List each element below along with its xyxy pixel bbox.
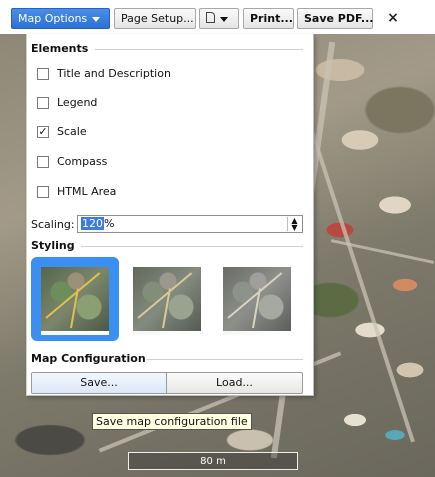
checkbox[interactable] <box>37 186 49 198</box>
thumbnail-bar <box>133 331 201 335</box>
map-scale-bar: 80 m <box>128 452 298 470</box>
page-icon <box>206 12 215 23</box>
configuration-buttons: Save... Load... <box>31 372 303 394</box>
print-button[interactable]: Print... <box>243 8 294 29</box>
checkbox-label: Scale <box>57 125 87 138</box>
map-configuration-title: Map Configuration <box>31 352 146 365</box>
style-thumbnail-color[interactable] <box>31 257 119 341</box>
tooltip: Save map configuration file <box>92 413 252 430</box>
section-divider <box>81 246 303 247</box>
section-divider <box>95 49 303 50</box>
scaling-unit: % <box>104 217 115 230</box>
scaling-label: Scaling: <box>31 218 75 231</box>
map-options-panel: Elements Title and Description Legend ✓ … <box>26 34 314 396</box>
page-setup-button[interactable]: Page Setup... <box>114 8 196 29</box>
scaling-input[interactable]: 120% ▲ ▼ <box>77 215 303 233</box>
styling-section-title: Styling <box>31 239 75 252</box>
page-setup-label: Page Setup... <box>121 12 194 25</box>
map-options-button[interactable]: Map Options <box>11 8 110 29</box>
map-options-label: Map Options <box>18 12 88 25</box>
map-style-preview <box>223 267 291 331</box>
chevron-down-icon <box>220 16 228 22</box>
checkbox[interactable] <box>37 156 49 168</box>
chevron-down-icon <box>92 16 101 22</box>
map-style-preview <box>133 267 201 331</box>
save-configuration-button[interactable]: Save... <box>32 373 167 393</box>
checkbox[interactable] <box>37 97 49 109</box>
spinner-icon[interactable]: ▲ ▼ <box>287 217 301 232</box>
print-label: Print... <box>250 12 293 25</box>
style-thumbnail-grayscale[interactable] <box>213 257 301 341</box>
checkbox-label: Compass <box>57 155 108 168</box>
save-pdf-label: Save PDF... <box>304 12 374 25</box>
checkbox-label: HTML Area <box>57 185 117 198</box>
checkbox-label: Legend <box>57 96 98 109</box>
load-configuration-button[interactable]: Load... <box>167 373 302 393</box>
print-toolbar: Map Options Page Setup... Print... Save … <box>0 0 435 34</box>
scaling-value: 120 <box>81 217 104 230</box>
checkbox-checked[interactable]: ✓ <box>37 126 49 138</box>
thumbnail-bar <box>223 331 291 335</box>
section-divider <box>147 359 303 360</box>
map-road <box>309 127 415 443</box>
page-orientation-dropdown[interactable] <box>199 8 239 29</box>
map-road <box>330 239 435 264</box>
checkbox[interactable] <box>37 68 49 80</box>
map-style-preview <box>41 267 109 331</box>
style-thumbnail-muted[interactable] <box>123 257 211 341</box>
checkbox-label: Title and Description <box>57 67 171 80</box>
close-icon[interactable]: × <box>385 8 401 28</box>
elements-section-title: Elements <box>31 42 89 55</box>
thumbnail-bar <box>41 331 109 335</box>
save-pdf-button[interactable]: Save PDF... <box>297 8 373 29</box>
